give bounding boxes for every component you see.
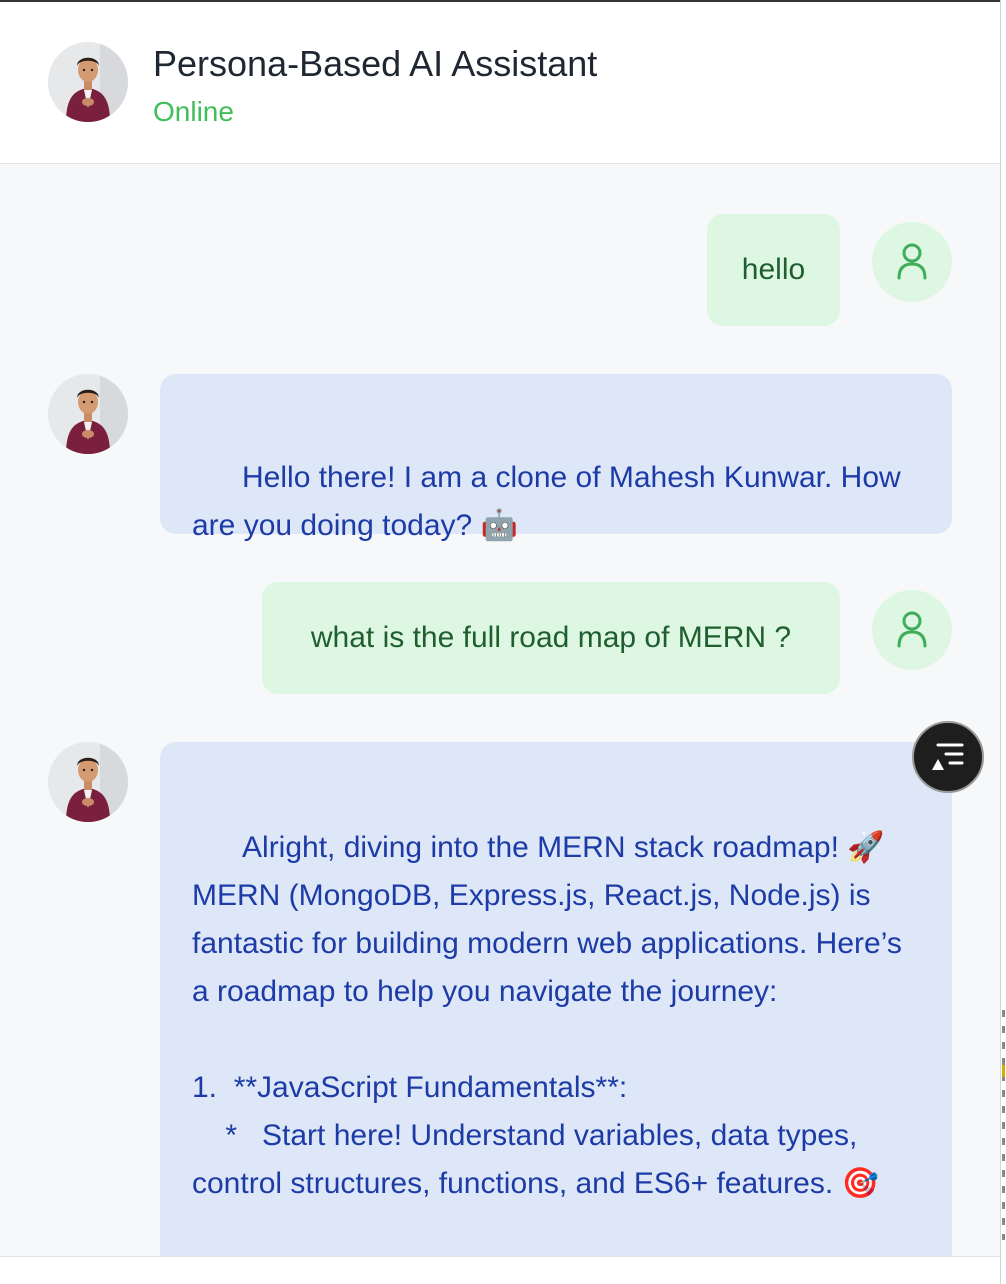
assistant-message: Alright, diving into the MERN stack road… <box>160 742 952 1256</box>
user-message: what is the full road map of MERN ? <box>262 582 840 694</box>
edge-indicator <box>1002 1010 1005 1240</box>
chat-app: Persona-Based AI Assistant Online hello <box>0 0 1000 1284</box>
message-text: hello <box>741 253 806 286</box>
message-text: what is the full road map of MERN ? <box>310 621 792 654</box>
user-icon <box>897 243 927 280</box>
chat-footer <box>0 1256 1000 1284</box>
user-message: hello <box>707 214 840 326</box>
user-avatar <box>872 222 952 302</box>
chat-header: Persona-Based AI Assistant Online <box>0 2 1000 164</box>
user-avatar <box>872 590 952 670</box>
assistant-message: Hello there! I am a clone of Mahesh Kunw… <box>160 374 952 542</box>
assistant-avatar <box>48 374 128 454</box>
window-edge <box>1000 0 1006 1284</box>
message-text: Hello there! I am a clone of Mahesh Kunw… <box>192 461 910 542</box>
assistant-avatar <box>48 42 128 122</box>
list-icon <box>932 743 964 770</box>
chat-messages[interactable]: hello Hello there! I am a clone of Mahes… <box>0 164 1000 1256</box>
page-title: Persona-Based AI Assistant <box>153 43 598 84</box>
person-photo-icon <box>48 42 128 122</box>
person-photo-icon <box>48 374 128 454</box>
person-photo-icon <box>48 742 128 822</box>
status-text: Online <box>153 96 234 127</box>
user-icon <box>897 611 927 648</box>
message-text: Alright, diving into the MERN stack road… <box>192 831 902 1200</box>
edge-marker <box>1002 1065 1005 1077</box>
assistant-avatar <box>48 742 128 822</box>
floating-list-button[interactable] <box>912 721 984 793</box>
